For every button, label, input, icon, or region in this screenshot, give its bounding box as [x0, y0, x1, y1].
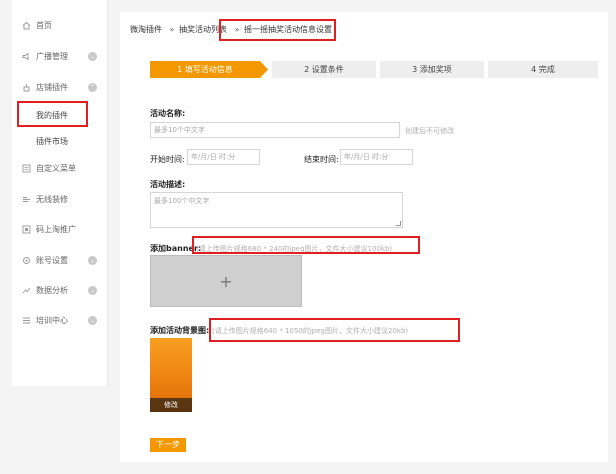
sidebar-item-label: 广播管理: [36, 51, 68, 61]
activity-desc-textarea[interactable]: 最多100个中文字: [150, 192, 403, 228]
activity-name-hint: 创建后不可修改: [405, 127, 454, 135]
sidebar-item-store-plugins[interactable]: 店铺插件 ⌃: [12, 80, 108, 94]
sidebar-item-label: 插件市场: [36, 136, 68, 146]
step-arrow-icon: [260, 61, 268, 78]
activity-name-input[interactable]: 最多10个中文字: [150, 122, 400, 138]
sidebar-item-plugin-market[interactable]: 插件市场: [12, 134, 108, 148]
start-time-label: 开始时间:: [150, 155, 185, 164]
sidebar-item-label: 码上淘推广: [36, 224, 76, 234]
highlight-box-banner-hint: [192, 236, 420, 254]
next-step-button[interactable]: 下一步: [150, 438, 186, 452]
sidebar-item-label: 自定义菜单: [36, 163, 76, 173]
chevron-up-icon[interactable]: ⌃: [88, 82, 97, 92]
sidebar-item-training[interactable]: 培训中心 ⌄: [12, 313, 108, 327]
breadcrumb-link-plugins[interactable]: 微淘插件: [130, 25, 162, 34]
sidebar-item-label: 首页: [36, 20, 52, 30]
sidebar-item-custom-menu[interactable]: 自定义菜单: [12, 161, 108, 175]
sidebar-item-label: 店铺插件: [36, 82, 68, 92]
chevron-down-icon[interactable]: ⌄: [88, 285, 97, 295]
step-4: 4 完成: [488, 61, 598, 78]
sidebar-item-label: 无线装修: [36, 194, 68, 204]
end-time-input[interactable]: 年/月/日 时:分: [340, 149, 413, 165]
highlight-box-breadcrumb: [219, 19, 336, 41]
chevron-down-icon[interactable]: ⌄: [88, 51, 97, 61]
edit-image-button[interactable]: 修改: [150, 398, 192, 412]
activity-desc-label: 活动描述:: [150, 180, 186, 189]
sidebar-item-label: 数据分析: [36, 285, 68, 295]
resize-handle-icon[interactable]: [396, 221, 401, 226]
chevron-down-icon[interactable]: ⌄: [88, 315, 97, 325]
background-image-label: 添加活动背景图:: [150, 326, 210, 335]
qrcode-icon: [22, 225, 31, 234]
highlight-box-my-plugins: [17, 101, 88, 127]
step-progress: 1 填写活动信息 2 设置条件 3 添加奖项 4 完成: [150, 61, 598, 78]
sidebar-item-label: 培训中心: [36, 315, 68, 325]
sidebar-item-account-settings[interactable]: 账号设置 ⌄: [12, 253, 108, 267]
decorate-icon: [22, 195, 31, 204]
sidebar: 首页 广播管理 ⌄ 店铺插件 ⌃ 我的插件 插件市场 自定义菜单 无线装修 码上…: [12, 0, 108, 386]
activity-desc-placeholder: 最多100个中文字: [154, 197, 210, 205]
sidebar-item-qr-promo[interactable]: 码上淘推广: [12, 222, 108, 236]
step-2: 2 设置条件: [272, 61, 376, 78]
home-icon: [22, 21, 31, 30]
broadcast-icon: [22, 52, 31, 61]
breadcrumb-separator: »: [169, 25, 175, 34]
banner-upload-box[interactable]: +: [150, 255, 302, 307]
list-icon: [22, 316, 31, 325]
sidebar-item-home[interactable]: 首页: [12, 18, 108, 32]
background-image-preview[interactable]: 修改: [150, 338, 192, 412]
sidebar-item-wireless-decor[interactable]: 无线装修: [12, 192, 108, 206]
activity-name-label: 活动名称:: [150, 109, 186, 118]
menu-icon: [22, 164, 31, 173]
sidebar-item-broadcast[interactable]: 广播管理 ⌄: [12, 49, 108, 63]
sidebar-item-label: 账号设置: [36, 255, 68, 265]
step-3: 3 添加奖项: [380, 61, 484, 78]
plugin-icon: [22, 83, 31, 92]
gear-icon: [22, 256, 31, 265]
highlight-box-background-hint: [209, 318, 460, 342]
chart-icon: [22, 286, 31, 295]
end-time-label: 结束时间:: [304, 155, 339, 164]
start-time-input[interactable]: 年/月/日 时:分: [187, 149, 260, 165]
sidebar-item-data-analysis[interactable]: 数据分析 ⌄: [12, 283, 108, 297]
chevron-down-icon[interactable]: ⌄: [88, 255, 97, 265]
step-1: 1 填写活动信息: [150, 61, 260, 78]
plus-icon: +: [219, 271, 233, 291]
